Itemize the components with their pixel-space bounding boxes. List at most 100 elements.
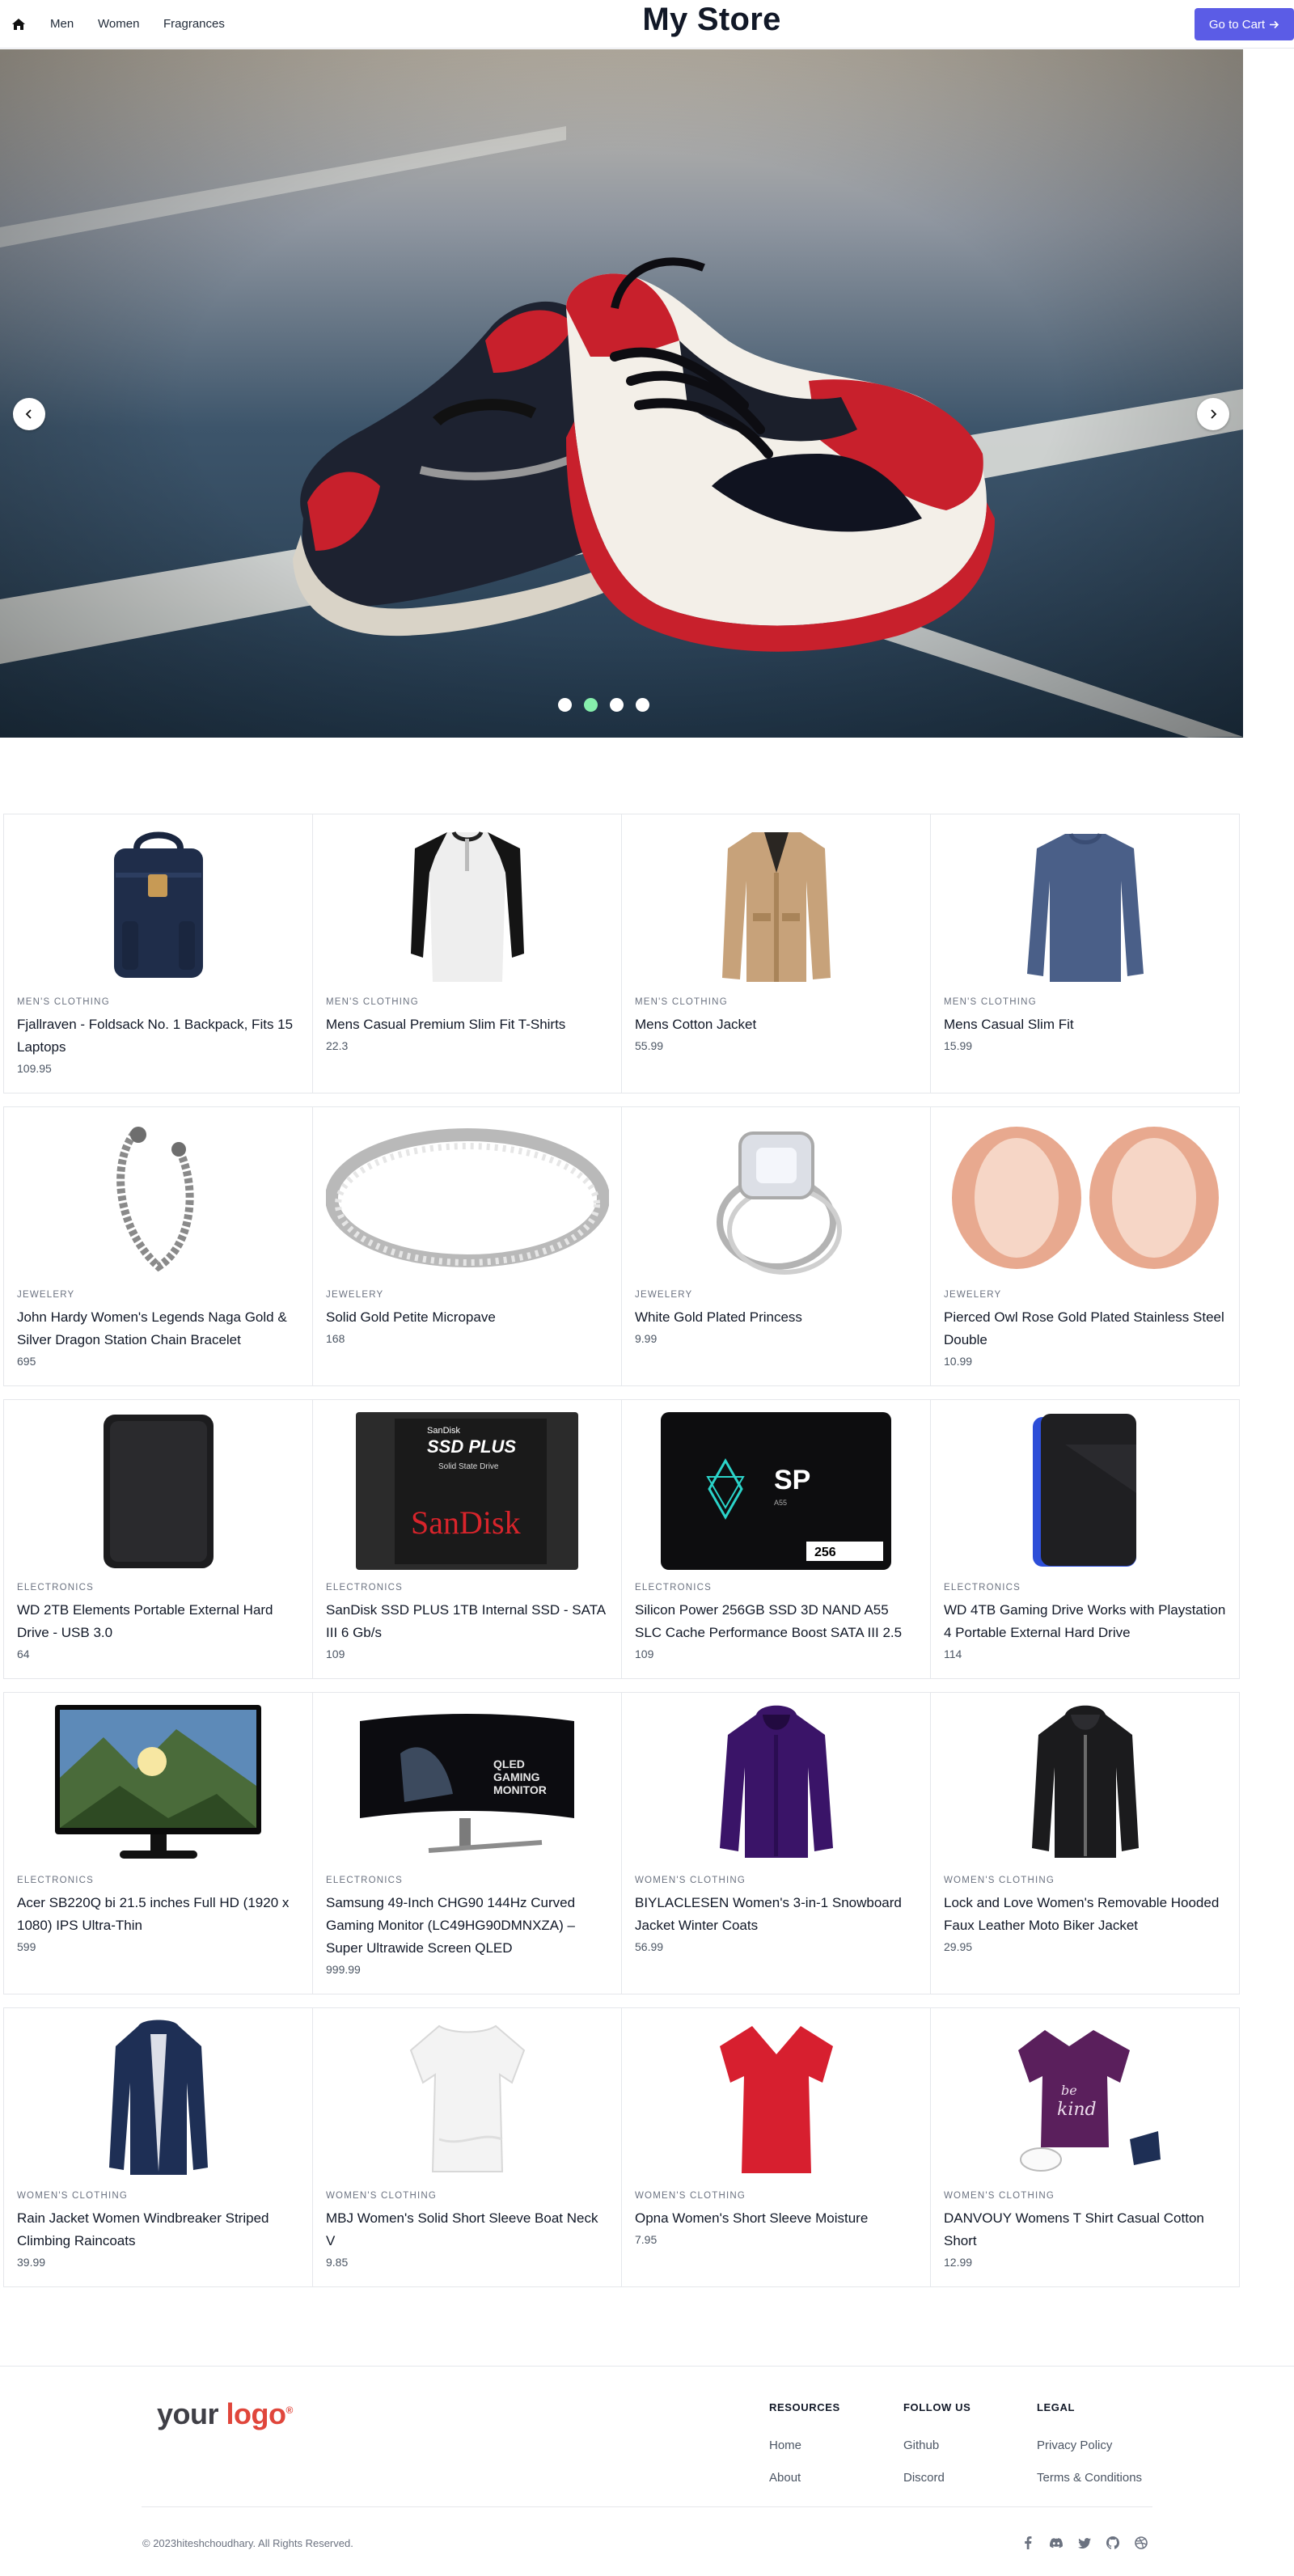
product-card[interactable]: men's clothing Mens Cotton Jacket 55.99 [621, 814, 931, 1093]
product-card[interactable]: QLED GAMING MONITOR electronics Samsung 49… [312, 1692, 622, 1994]
product-card[interactable]: electronics WD 4TB Gaming Drive Works wi… [930, 1399, 1240, 1679]
product-price: 39.99 [17, 2256, 46, 2269]
svg-text:256: 256 [814, 1546, 836, 1559]
product-image [4, 1410, 312, 1571]
product-title[interactable]: Lock and Love Women's Removable Hooded F… [944, 1892, 1227, 1937]
footer-link-privacy-policy[interactable]: Privacy Policy [1037, 2439, 1112, 2452]
product-price: 9.85 [326, 2256, 349, 2269]
product-title[interactable]: Samsung 49-Inch CHG90 144Hz Curved Gamin… [326, 1892, 609, 1960]
product-card[interactable]: jewelery John Hardy Women's Legends Naga… [3, 1106, 313, 1386]
product-price: 168 [326, 1332, 345, 1345]
discord-icon[interactable] [1049, 2536, 1064, 2550]
product-price: 109.95 [17, 1062, 52, 1075]
product-title[interactable]: Mens Cotton Jacket [635, 1013, 918, 1036]
footer-link-github[interactable]: Github [903, 2439, 939, 2452]
github-icon[interactable] [1106, 2536, 1120, 2550]
product-image [931, 824, 1239, 986]
product-card[interactable]: women's clothing MBJ Women's Solid Short… [312, 2007, 622, 2287]
svg-text:SanDisk: SanDisk [411, 1504, 521, 1541]
product-card[interactable]: jewelery Solid Gold Petite Micropave 168 [312, 1106, 622, 1386]
product-title[interactable]: DANVOUY Womens T Shirt Casual Cotton Sho… [944, 2207, 1227, 2252]
carousel-dot-2[interactable] [584, 698, 598, 712]
product-card[interactable]: electronics WD 2TB Elements Portable Ext… [3, 1399, 313, 1679]
footer-link-about[interactable]: About [769, 2471, 801, 2485]
product-title[interactable]: White Gold Plated Princess [635, 1306, 918, 1329]
carousel-prev-button[interactable] [13, 398, 45, 430]
product-price: 9.99 [635, 1332, 658, 1345]
product-price: 10.99 [944, 1355, 973, 1368]
svg-text:Solid State Drive: Solid State Drive [438, 1462, 499, 1471]
product-image [4, 1703, 312, 1864]
product-title[interactable]: Mens Casual Premium Slim Fit T-Shirts [326, 1013, 609, 1036]
product-card[interactable]: men's clothing Mens Casual Premium Slim … [312, 814, 622, 1093]
product-card[interactable]: women's clothing BIYLACLESEN Women's 3-i… [621, 1692, 931, 1994]
product-image [622, 1703, 930, 1864]
product-category: men's clothing [944, 997, 1037, 1007]
product-title[interactable]: Silicon Power 256GB SSD 3D NAND A55 SLC … [635, 1599, 918, 1644]
product-title[interactable]: John Hardy Women's Legends Naga Gold & S… [17, 1306, 300, 1351]
svg-text:A55: A55 [774, 1499, 787, 1507]
footer-link-terms[interactable]: Terms & Conditions [1037, 2471, 1142, 2485]
product-category: jewelery [635, 1290, 693, 1300]
carousel-dot-3[interactable] [610, 698, 624, 712]
product-price: 29.95 [944, 1940, 973, 1953]
twitter-icon[interactable] [1077, 2536, 1092, 2550]
copyright-text: © 2023hiteshchoudhary. All Rights Reserv… [142, 2537, 353, 2549]
product-card[interactable]: men's clothing Fjallraven - Foldsack No.… [3, 814, 313, 1093]
product-card[interactable]: women's clothing Rain Jacket Women Windb… [3, 2007, 313, 2287]
footer-link-discord[interactable]: Discord [903, 2471, 945, 2485]
svg-text:GAMING: GAMING [493, 1770, 540, 1783]
carousel-next-button[interactable] [1197, 398, 1229, 430]
product-image: QLED GAMING MONITOR [313, 1703, 621, 1864]
product-category: electronics [326, 1583, 403, 1593]
product-price: 15.99 [944, 1039, 973, 1052]
product-title[interactable]: WD 4TB Gaming Drive Works with Playstati… [944, 1599, 1227, 1644]
product-price: 7.95 [635, 2233, 658, 2246]
dribbble-icon[interactable] [1134, 2536, 1148, 2550]
go-to-cart-button[interactable]: Go to Cart [1195, 8, 1294, 40]
product-category: electronics [17, 1876, 94, 1885]
product-card[interactable]: men's clothing Mens Casual Slim Fit 15.9… [930, 814, 1240, 1093]
product-title[interactable]: WD 2TB Elements Portable External Hard D… [17, 1599, 300, 1644]
product-category: men's clothing [17, 997, 110, 1007]
product-card[interactable]: SanDisk SSD PLUS Solid State Drive SanDisk … [312, 1399, 622, 1679]
footer-link-home[interactable]: Home [769, 2439, 801, 2452]
product-title[interactable]: Solid Gold Petite Micropave [326, 1306, 609, 1329]
product-category: women's clothing [17, 2191, 129, 2201]
product-image [622, 2018, 930, 2180]
product-title[interactable]: BIYLACLESEN Women's 3-in-1 Snowboard Jac… [635, 1892, 918, 1937]
product-card[interactable]: be kind women's clothing DANVOUY Womens T… [930, 2007, 1240, 2287]
product-card[interactable]: jewelery Pierced Owl Rose Gold Plated St… [930, 1106, 1240, 1386]
product-card[interactable]: women's clothing Lock and Love Women's R… [930, 1692, 1240, 1994]
product-card[interactable]: electronics Acer SB220Q bi 21.5 inches F… [3, 1692, 313, 1994]
product-title[interactable]: MBJ Women's Solid Short Sleeve Boat Neck… [326, 2207, 609, 2252]
product-price: 999.99 [326, 1963, 361, 1976]
product-image [4, 1117, 312, 1279]
chevron-left-icon [25, 409, 32, 419]
product-title[interactable]: Pierced Owl Rose Gold Plated Stainless S… [944, 1306, 1227, 1351]
product-title[interactable]: SanDisk SSD PLUS 1TB Internal SSD - SATA… [326, 1599, 609, 1644]
carousel-dot-1[interactable] [558, 698, 572, 712]
footer-heading-follow-us: FOLLOW US [903, 2401, 971, 2413]
store-title: My Store [642, 2, 781, 37]
product-row: men's clothing Fjallraven - Foldsack No.… [3, 814, 1240, 1093]
product-title[interactable]: Mens Casual Slim Fit [944, 1013, 1227, 1036]
product-title[interactable]: Fjallraven - Foldsack No. 1 Backpack, Fi… [17, 1013, 300, 1059]
product-title[interactable]: Acer SB220Q bi 21.5 inches Full HD (1920… [17, 1892, 300, 1937]
product-card[interactable]: jewelery White Gold Plated Princess 9.99 [621, 1106, 931, 1386]
carousel-dot-4[interactable] [636, 698, 649, 712]
facebook-icon[interactable] [1021, 2536, 1035, 2550]
product-image [622, 1117, 930, 1279]
footer-logo[interactable]: your logo® [157, 2397, 293, 2431]
footer-divider [142, 2506, 1152, 2507]
product-price: 114 [944, 1648, 962, 1660]
product-price: 22.3 [326, 1039, 349, 1052]
product-image [313, 2018, 621, 2180]
product-card[interactable]: SP A55 256 electronics Silicon Power 256GB… [621, 1399, 931, 1679]
svg-text:SP: SP [774, 1465, 810, 1495]
product-title[interactable]: Rain Jacket Women Windbreaker Striped Cl… [17, 2207, 300, 2252]
product-title[interactable]: Opna Women's Short Sleeve Moisture [635, 2207, 918, 2230]
product-image [4, 2018, 312, 2180]
product-card[interactable]: women's clothing Opna Women's Short Slee… [621, 2007, 931, 2287]
product-image: SP A55 256 [622, 1410, 930, 1571]
